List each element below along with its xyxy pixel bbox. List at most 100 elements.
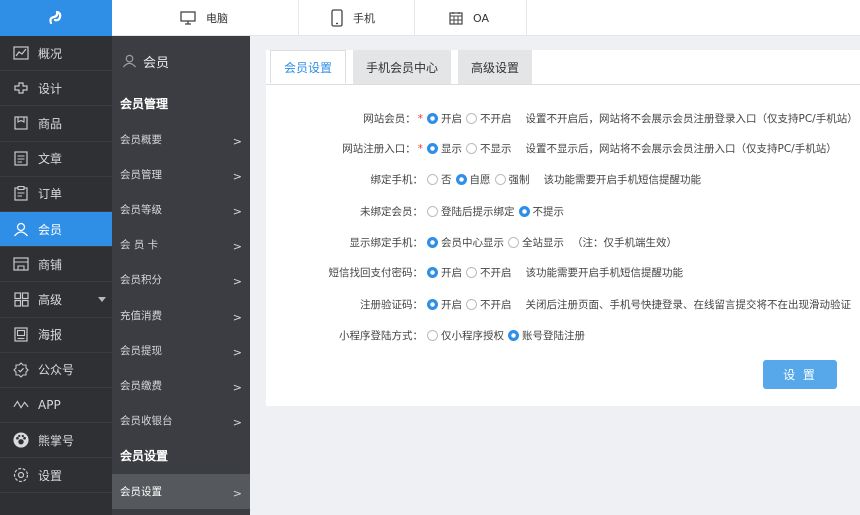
radio-checked[interactable] [518, 205, 530, 217]
tab-advanced-settings[interactable]: 高级设置 [458, 50, 533, 84]
radio-option[interactable]: 不开启 [466, 111, 512, 126]
radio-option[interactable]: 显示 [427, 141, 462, 156]
radio-checked[interactable] [427, 236, 438, 248]
subnav-member-settings[interactable]: 会员设置 > [112, 473, 250, 509]
chevron-right-icon: > [232, 204, 242, 218]
poster-icon [13, 327, 29, 343]
radio-unchecked[interactable] [427, 329, 438, 341]
radio-checked[interactable] [427, 142, 438, 154]
subnav-member-overview[interactable]: 会员概要 > [112, 122, 250, 157]
chart-icon [13, 45, 29, 61]
radio-option[interactable]: 开启 [427, 265, 462, 280]
sidebar-item-overview[interactable]: 概况 [0, 36, 112, 72]
paw-icon [13, 432, 29, 448]
section-member-settings: 会员设置 [120, 449, 169, 464]
sidebar-item-article[interactable]: 文章 [0, 142, 112, 177]
row-website-member: 网站会员： * 开启 不开启 设置不开启后，网站将不会展示会员注册登录入口（仅支持… [266, 108, 858, 128]
tab-mobile-member-center[interactable]: 手机会员中心 [353, 50, 452, 84]
row-show-bound-phone: 显示绑定手机： 会员中心显示 全站显示 （注：仅手机端生效） [266, 232, 677, 252]
row-label: 未绑定会员： [360, 205, 423, 218]
subnav-label: 会 员 卡 [120, 239, 159, 252]
radio-unchecked[interactable] [427, 173, 438, 185]
radio-option[interactable]: 不开启 [466, 265, 512, 280]
brand-logo[interactable] [0, 0, 112, 36]
subnav-label: 会员设置 [120, 485, 162, 498]
radio-option[interactable]: 登陆后提示绑定 [427, 204, 515, 219]
radio-checked[interactable] [427, 266, 438, 278]
subnav-cashier[interactable]: 会员收银台 > [112, 403, 250, 438]
sidebar-item-member[interactable]: 会员 [0, 211, 112, 248]
radio-unchecked[interactable] [466, 142, 477, 154]
settings-panel: 会员设置 手机会员中心 高级设置 网站会员： * 开启 不开启 设置不开启后，网站… [266, 50, 860, 406]
radio-option[interactable]: 仅小程序授权 [427, 328, 504, 343]
top-device-bar: 电脑 手机 OA [112, 0, 860, 36]
radio-option[interactable]: 开启 [427, 111, 462, 126]
chevron-right-icon: > [232, 169, 242, 183]
subsidebar-title: 会员 [143, 55, 170, 71]
subnav-recharge[interactable]: 充值消费 > [112, 297, 250, 332]
radio-checked[interactable] [427, 298, 438, 310]
radio-option[interactable]: 不提示 [518, 204, 564, 219]
radio-option[interactable]: 开启 [427, 297, 462, 312]
radio-option[interactable]: 强制 [494, 172, 530, 187]
subnav-label: 会员等级 [120, 203, 162, 216]
badge-icon [13, 362, 29, 378]
sidebar-item-poster[interactable]: 海报 [0, 318, 112, 353]
sidebar-item-xiongzhang[interactable]: 熊掌号 [0, 423, 112, 459]
radio-option[interactable]: 全站显示 [508, 235, 564, 250]
sidebar-item-official-account[interactable]: 公众号 [0, 353, 112, 388]
row-hint: 该功能需要开启手机短信提醒功能 [543, 173, 702, 186]
radio-option[interactable]: 自愿 [455, 172, 491, 187]
radio-unchecked[interactable] [466, 112, 477, 124]
subnav-member-card[interactable]: 会 员 卡 > [112, 227, 250, 262]
radio-option[interactable]: 账号登陆注册 [508, 328, 585, 343]
radio-option[interactable]: 否 [427, 172, 452, 187]
sidebar-item-advanced[interactable]: 高级 [0, 282, 112, 318]
row-hint: 该功能需要开启手机短信提醒功能 [525, 266, 684, 279]
grid-icon [13, 291, 29, 307]
tab-pc-label: 电脑 [206, 12, 228, 25]
radio-checked[interactable] [427, 112, 438, 124]
sidebar-item-label: 公众号 [38, 363, 75, 378]
subnav-label: 充值消费 [120, 309, 162, 322]
tab-pc[interactable]: 电脑 [112, 0, 299, 36]
tab-member-settings[interactable]: 会员设置 [270, 50, 347, 84]
subnav-withdraw[interactable]: 会员提现 > [112, 333, 250, 368]
sidebar-item-label: APP [38, 397, 61, 412]
row-hint: 设置不显示后，网站将不会展示会员注册入口（仅支持PC/手机站） [525, 142, 837, 155]
tab-mobile[interactable]: 手机 [299, 0, 415, 36]
sidebar-item-design[interactable]: 设计 [0, 71, 112, 107]
gear-icon [13, 467, 29, 483]
radio-unchecked[interactable] [508, 236, 519, 248]
sidebar-item-app[interactable]: APP [0, 388, 112, 424]
tab-oa[interactable]: OA [415, 0, 527, 36]
tab-oa-label: OA [473, 11, 489, 25]
radio-unchecked[interactable] [466, 298, 477, 310]
radio-option[interactable]: 会员中心显示 [427, 235, 504, 250]
radio-unchecked[interactable] [494, 173, 506, 185]
radio-option[interactable]: 不开启 [466, 297, 512, 312]
subnav-payment[interactable]: 会员缴费 > [112, 368, 250, 403]
save-settings-button[interactable]: 设 置 [763, 360, 837, 389]
radio-unchecked[interactable] [466, 266, 477, 278]
subnav-label: 会员积分 [120, 274, 162, 287]
subnav-member-points[interactable]: 会员积分 > [112, 262, 250, 297]
user-icon [13, 221, 29, 237]
row-register-captcha: 注册验证码： 开启 不开启 关闭后注册页面、手机号快捷登录、在线留言提交将不在出… [266, 294, 851, 314]
row-hint: （注：仅手机端生效） [572, 236, 677, 249]
radio-checked[interactable] [455, 173, 467, 185]
sidebar-item-label: 设计 [38, 81, 63, 96]
radio-option[interactable]: 不显示 [466, 141, 512, 156]
sidebar-item-label: 熊掌号 [38, 433, 75, 448]
subnav-member-management[interactable]: 会员管理 > [112, 157, 250, 192]
radio-unchecked[interactable] [427, 205, 438, 217]
sidebar-item-shop[interactable]: 商铺 [0, 247, 112, 283]
app-icon [13, 397, 29, 413]
sidebar-item-goods[interactable]: 商品 [0, 106, 112, 142]
radio-checked[interactable] [508, 329, 519, 341]
chevron-right-icon: > [232, 134, 242, 148]
subnav-member-level[interactable]: 会员等级 > [112, 192, 250, 227]
subnav-label: 会员缴费 [120, 379, 162, 392]
sidebar-item-settings[interactable]: 设置 [0, 458, 112, 494]
sidebar-item-order[interactable]: 订单 [0, 177, 112, 212]
